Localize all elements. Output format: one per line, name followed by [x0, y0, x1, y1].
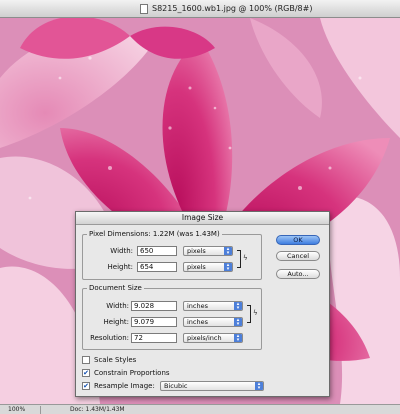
doc-width-unit-value: inches: [187, 302, 209, 310]
pixel-width-unit-value: pixels: [187, 247, 206, 255]
updown-arrows-icon: ▴ ▾: [255, 382, 263, 391]
pixel-dimensions-label: Pixel Dimensions: 1.22M (was 1.43M): [87, 230, 222, 238]
resolution-label: Resolution:: [90, 334, 129, 342]
pixel-height-field[interactable]: 654: [137, 262, 177, 272]
doc-height-label: Height:: [103, 318, 130, 326]
link-bracket: [237, 250, 241, 268]
doc-height-field[interactable]: 9.079: [131, 317, 177, 327]
pixel-height-unit-value: pixels: [187, 263, 206, 271]
status-bar: 100% Doc: 1.43M/1.43M: [0, 404, 400, 414]
pixel-height-unit-select[interactable]: pixels ▴ ▾: [183, 262, 233, 272]
scale-styles-checkbox[interactable]: [82, 356, 90, 364]
doc-width-field[interactable]: 9.028: [131, 301, 177, 311]
image-size-dialog: Image Size Pixel Dimensions: 1.22M (was …: [75, 211, 330, 397]
resample-image-checkbox[interactable]: ✔: [82, 382, 90, 390]
window-title: S8215_1600.wb1.jpg @ 100% (RGB/8#): [152, 4, 313, 13]
chain-link-icon: ϟ: [253, 309, 258, 317]
resample-method-select[interactable]: Bicubic ▴ ▾: [160, 381, 264, 391]
updown-arrows-icon: ▴ ▾: [234, 302, 242, 311]
status-divider: [40, 406, 41, 414]
updown-arrows-icon: ▴ ▾: [224, 263, 232, 272]
document-info: Doc: 1.43M/1.43M: [70, 406, 125, 413]
constrain-proportions-checkbox[interactable]: ✔: [82, 369, 90, 377]
scale-styles-label: Scale Styles: [94, 356, 137, 364]
resample-image-label: Resample Image:: [94, 382, 155, 390]
cancel-button[interactable]: Cancel: [276, 251, 320, 261]
pixel-width-unit-select[interactable]: pixels ▴ ▾: [183, 246, 233, 256]
window-titlebar: S8215_1600.wb1.jpg @ 100% (RGB/8#): [0, 0, 400, 18]
document-size-group: Document Size Width: 9.028 inches ▴ ▾ Hei…: [82, 284, 262, 350]
updown-arrows-icon: ▴ ▾: [224, 247, 232, 256]
auto-button[interactable]: Auto...: [276, 269, 320, 279]
document-size-label: Document Size: [87, 284, 144, 292]
dialog-title: Image Size: [76, 212, 329, 225]
resolution-unit-value: pixels/inch: [187, 334, 222, 342]
zoom-level[interactable]: 100%: [8, 406, 25, 413]
updown-arrows-icon: ▴ ▾: [234, 318, 242, 327]
chain-link-icon: ϟ: [243, 254, 248, 262]
link-bracket: [247, 305, 251, 323]
doc-width-label: Width:: [106, 302, 129, 310]
pixel-dimensions-group: Pixel Dimensions: 1.22M (was 1.43M) Widt…: [82, 230, 262, 280]
doc-height-unit-select[interactable]: inches ▴ ▾: [183, 317, 243, 327]
updown-arrows-icon: ▴ ▾: [234, 334, 242, 343]
constrain-proportions-label: Constrain Proportions: [94, 369, 170, 377]
resolution-field[interactable]: 72: [131, 333, 177, 343]
pixel-width-field[interactable]: 650: [137, 246, 177, 256]
pixel-height-label: Height:: [107, 263, 134, 271]
resample-method-value: Bicubic: [164, 382, 188, 390]
pixel-width-label: Width:: [110, 247, 133, 255]
ok-button[interactable]: OK: [276, 235, 320, 245]
document-icon: [140, 4, 148, 14]
doc-width-unit-select[interactable]: inches ▴ ▾: [183, 301, 243, 311]
doc-height-unit-value: inches: [187, 318, 209, 326]
resolution-unit-select[interactable]: pixels/inch ▴ ▾: [183, 333, 243, 343]
